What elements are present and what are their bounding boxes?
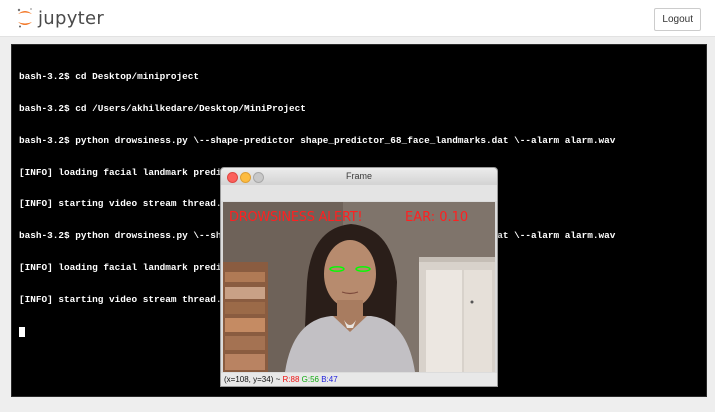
ear-value-text: EAR: 0.10 bbox=[405, 210, 469, 225]
terminal-line: bash-3.2$ cd /Users/akhilkedare/Desktop/… bbox=[19, 102, 306, 114]
pixel-blue-value: B:47 bbox=[321, 375, 338, 384]
terminal-line: bash-3.2$ python drowsiness.py \--shape-… bbox=[19, 134, 616, 146]
frame-status-bar: (x=108, y=34) ~ R:88 G:56 B:47 bbox=[221, 373, 497, 386]
frame-window-toolbar bbox=[221, 185, 497, 201]
logout-button[interactable]: Logout bbox=[654, 8, 701, 31]
jupyter-logo-icon bbox=[17, 8, 32, 28]
jupyter-logo-text: jupyter bbox=[38, 7, 105, 29]
frame-window-title: Frame bbox=[345, 171, 372, 181]
jupyter-logo[interactable]: jupyter bbox=[16, 7, 104, 29]
webcam-image bbox=[223, 202, 495, 372]
pixel-coords: (x=108, y=34) ~ bbox=[224, 375, 281, 384]
terminal-line: bash-3.2$ cd Desktop/miniproject bbox=[19, 71, 200, 83]
frame-window[interactable]: Frame DROWSINESS ALERT! EAR: 0.10 (x=108… bbox=[220, 167, 498, 387]
video-frame: DROWSINESS ALERT! EAR: 0.10 bbox=[223, 202, 495, 372]
jupyter-header: jupyter Logout bbox=[0, 0, 715, 37]
terminal-cursor bbox=[19, 327, 25, 338]
frame-window-titlebar[interactable]: Frame bbox=[221, 168, 497, 186]
pixel-red-value: R:88 bbox=[282, 375, 300, 384]
pixel-green-value: G:56 bbox=[301, 375, 319, 384]
drowsiness-alert-text: DROWSINESS ALERT! bbox=[229, 210, 363, 225]
